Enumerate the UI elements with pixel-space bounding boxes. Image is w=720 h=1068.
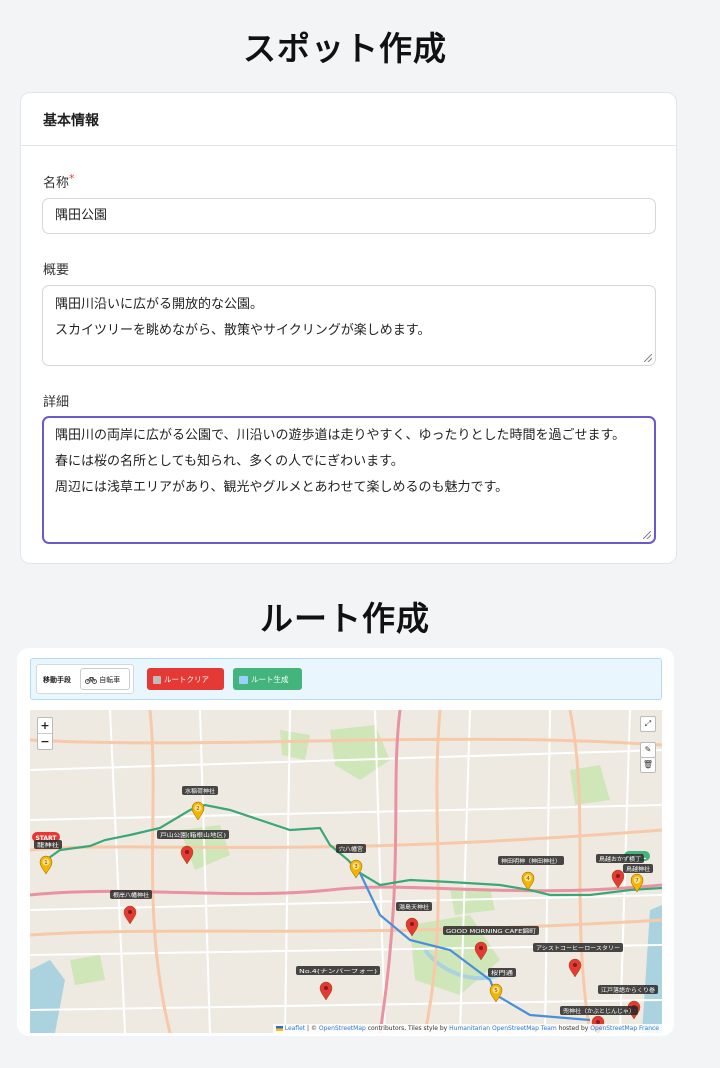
marker-dot: [616, 874, 620, 878]
marker-label: 神田明神（神田神社）: [501, 857, 561, 865]
marker-dot: [410, 922, 414, 926]
name-label-text: 名称: [43, 176, 70, 191]
travel-mode-select[interactable]: 自転車: [80, 668, 130, 690]
summary-label: 概要: [43, 263, 70, 278]
page-title-spot: スポット作成: [243, 29, 447, 68]
marker-number: 7: [635, 878, 639, 884]
fullscreen-icon[interactable]: ⤢: [640, 716, 656, 732]
map-canvas[interactable]: STARTGOAL1龍神社2水稲荷神社戸山公園(箱根山地区)3穴八幡宮根岸八幡神…: [30, 710, 662, 1033]
travel-mode-group: 移動手段 自転車: [36, 664, 134, 694]
marker-label: No.4(ナンバーフォー): [299, 968, 377, 975]
marker-label: 根岸八幡神社: [113, 891, 150, 899]
marker-number: 2: [196, 806, 200, 812]
marker-number: 1: [44, 860, 48, 866]
marker-dot: [479, 946, 483, 950]
marker-label: 鳥越神社: [626, 865, 651, 873]
marker-dot: [128, 910, 132, 914]
detail-label: 詳細: [43, 395, 70, 410]
required-mark: *: [69, 172, 75, 185]
osm-link[interactable]: OpenStreetMap: [319, 1025, 366, 1032]
marker-label: 龍神社: [37, 841, 60, 849]
hot-link[interactable]: Humanitarian OpenStreetMap Team: [449, 1025, 557, 1032]
marker-label: 水稲荷神社: [185, 787, 216, 795]
zoom-control: + −: [37, 717, 53, 750]
leaflet-link[interactable]: Leaflet: [285, 1025, 305, 1032]
leaflet-flag-icon: [275, 1026, 283, 1031]
name-input[interactable]: 隅田公園: [42, 198, 656, 234]
route-icon: [239, 676, 248, 684]
marker-label: 穴八幡宮: [339, 845, 364, 853]
detail-text: 隅田川の両岸に広がる公園で、川沿いの遊歩道は走りやすく、ゆったりとした時間を過ご…: [55, 428, 626, 495]
resize-handle[interactable]: [643, 531, 651, 539]
marker-number: 5: [494, 988, 498, 994]
bicycle-icon: [85, 677, 97, 684]
travel-mode-value: 自転車: [99, 676, 121, 684]
resize-handle[interactable]: [644, 354, 652, 362]
marker-dot: [573, 963, 577, 967]
marker-label: アシストコーヒーロースタリー: [536, 944, 620, 952]
marker-label: 江戸落語からくり巻: [601, 986, 656, 994]
zoom-in-button[interactable]: +: [38, 718, 52, 733]
marker-dot: [185, 850, 189, 854]
page-title-route: ルート作成: [260, 599, 430, 638]
marker-number: 4: [526, 876, 530, 882]
attribution-text-1: | ©: [305, 1025, 319, 1032]
edit-icon[interactable]: ✎: [640, 742, 656, 758]
marker-label: GOOD MORNING CAFE錦町: [446, 927, 537, 935]
name-label: 名称*: [43, 172, 75, 191]
summary-textarea[interactable]: 隅田川沿いに広がる開放的な公園。 スカイツリーを眺めながら、散策やサイクリングが…: [42, 285, 656, 366]
map-attribution: Leaflet | © OpenStreetMap contributors, …: [272, 1024, 662, 1033]
marker-label: 桜門通: [491, 969, 514, 977]
marker-label: 湯島天神社: [399, 903, 430, 911]
route-toolbar: 移動手段 自転車 ルートクリア ルート生成: [30, 658, 662, 700]
detail-textarea[interactable]: 隅田川の両岸に広がる公園で、川沿いの遊歩道は走りやすく、ゆったりとした時間を過ご…: [42, 416, 656, 544]
attribution-text-3: hosted by: [556, 1025, 591, 1032]
delete-icon[interactable]: 🗑: [640, 757, 656, 773]
osmfr-link[interactable]: OpenStreetMap France: [590, 1025, 659, 1032]
trash-icon: [153, 676, 161, 684]
marker-label: 戸山公園(箱根山地区): [160, 831, 226, 839]
route-generate-label: ルート生成: [251, 675, 289, 684]
route-clear-button[interactable]: ルートクリア: [147, 668, 224, 690]
route-map[interactable]: STARTGOAL1龍神社2水稲荷神社戸山公園(箱根山地区)3穴八幡宮根岸八幡神…: [30, 710, 662, 1033]
zoom-out-button[interactable]: −: [38, 733, 52, 749]
basic-info-header: 基本情報: [21, 93, 676, 146]
basic-info-card: 基本情報 名称* 隅田公園 概要 隅田川沿いに広がる開放的な公園。 スカイツリー…: [20, 92, 677, 564]
route-card: 移動手段 自転車 ルートクリア ルート生成 START 1 龍神社 2 水稲荷神…: [17, 648, 674, 1036]
summary-text: 隅田川沿いに広がる開放的な公園。 スカイツリーを眺めながら、散策やサイクリングが…: [55, 297, 431, 338]
marker-dot: [324, 986, 328, 990]
route-clear-label: ルートクリア: [164, 675, 209, 684]
travel-mode-label: 移動手段: [43, 676, 71, 684]
marker-label: 鳥越おかず横丁: [599, 855, 642, 863]
route-generate-button[interactable]: ルート生成: [233, 668, 302, 690]
attribution-text-2: contributors, Tiles style by: [365, 1025, 450, 1032]
marker-label: 兜神社（かぶとじんじゃ）: [563, 1007, 635, 1015]
marker-number: 3: [354, 864, 358, 870]
